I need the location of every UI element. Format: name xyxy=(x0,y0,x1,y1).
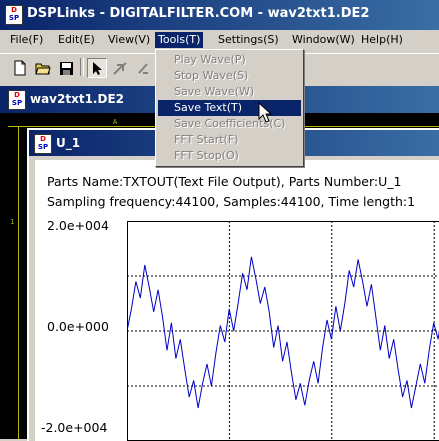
menu-item-fft-stop[interactable]: FFT Stop(O) xyxy=(158,148,301,164)
parts-info-line: Parts Name:TXTOUT(Text File Output), Par… xyxy=(47,174,401,189)
document-title: wav2txt1.DE2 xyxy=(30,92,124,106)
menu-window[interactable]: Window(W) xyxy=(289,32,358,48)
menu-bar: File(F) Edit(E) View(V) Tools(T) Setting… xyxy=(0,30,439,50)
menu-item-save-coefficients[interactable]: Save Coefficients(C) xyxy=(158,116,301,132)
document-icon[interactable]: D SP xyxy=(8,90,26,110)
save-disk-icon[interactable] xyxy=(56,58,76,78)
sampling-info-line: Sampling frequency:44100, Samples:44100,… xyxy=(47,194,415,209)
waveform-series-line-0 xyxy=(127,257,439,408)
menu-help[interactable]: Help(H) xyxy=(358,32,406,48)
open-folder-icon[interactable] xyxy=(33,58,53,78)
y-tick-label-max: 2.0e+004 xyxy=(47,218,109,233)
menu-tools[interactable]: Tools(T) xyxy=(155,32,203,48)
zoom-tool-icon[interactable] xyxy=(133,58,153,78)
waveform-plot xyxy=(127,221,439,441)
toolbar-separator xyxy=(80,58,84,76)
ruler-mark-1: 1 xyxy=(10,218,14,226)
menu-view[interactable]: View(V) xyxy=(105,32,153,48)
menu-item-save-wave[interactable]: Save Wave(W) xyxy=(158,84,301,100)
menu-file[interactable]: File(F) xyxy=(7,32,46,48)
output-window-title: U_1 xyxy=(56,136,80,150)
app-title-bar[interactable]: D SP DSPLinks - DIGITALFILTER.COM - wav2… xyxy=(0,0,439,30)
y-tick-label-min: -2.0e+004 xyxy=(41,420,107,435)
tools-menu-dropdown: Play Wave(P) Stop Wave(S) Save Wave(W) S… xyxy=(155,49,304,167)
wire-tool-icon[interactable] xyxy=(110,58,130,78)
menu-item-save-text[interactable]: Save Text(T) xyxy=(158,100,301,116)
ruler-mark-a: A xyxy=(113,118,117,126)
menu-settings[interactable]: Settings(S) xyxy=(215,32,282,48)
output-window-icon[interactable]: D SP xyxy=(34,134,52,154)
output-window-body: Parts Name:TXTOUT(Text File Output), Par… xyxy=(35,160,439,441)
y-tick-label-zero: 0.0e+000 xyxy=(47,319,109,334)
dsplinks-app-icon[interactable]: D SP xyxy=(5,5,23,25)
menu-item-fft-start[interactable]: FFT Start(F) xyxy=(158,132,301,148)
new-file-icon[interactable] xyxy=(10,58,30,78)
select-arrow-icon[interactable] xyxy=(87,58,107,78)
left-ruler: 1 xyxy=(8,126,19,439)
menu-item-stop-wave[interactable]: Stop Wave(S) xyxy=(158,68,301,84)
menu-edit[interactable]: Edit(E) xyxy=(55,32,98,48)
mouse-cursor-icon xyxy=(258,102,276,126)
output-window: D SP U_1 Parts Name:TXTOUT(Text File Out… xyxy=(27,128,439,441)
menu-item-play-wave[interactable]: Play Wave(P) xyxy=(158,52,301,68)
app-title: DSPLinks - DIGITALFILTER.COM - wav2txt1.… xyxy=(27,6,369,21)
